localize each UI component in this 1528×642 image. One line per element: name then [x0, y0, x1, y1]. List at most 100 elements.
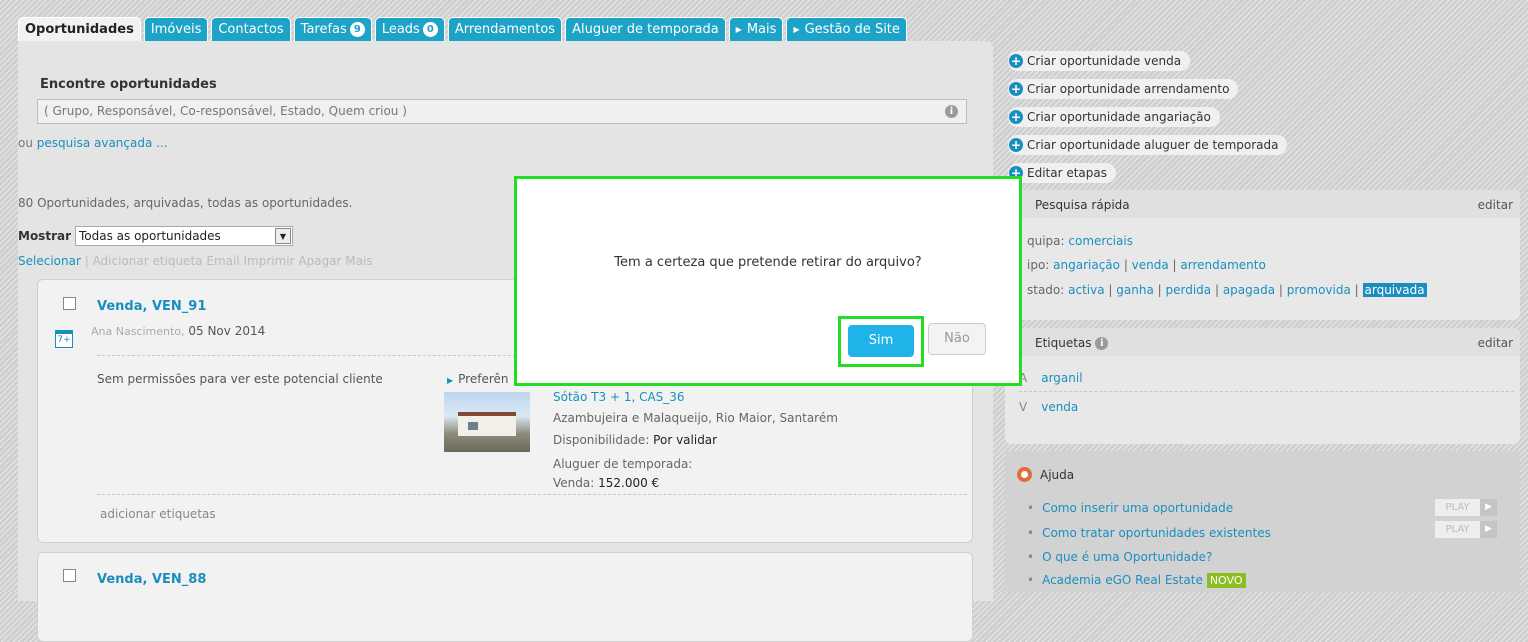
- opportunity-title[interactable]: Venda, VEN_91: [97, 299, 206, 314]
- main-tabs: Oportunidades Imóveis Contactos Tarefas 9…: [18, 17, 907, 41]
- search-input[interactable]: ( Grupo, Responsável, Co-responsável, Es…: [37, 99, 967, 124]
- tag-link[interactable]: venda: [1041, 400, 1078, 414]
- state-link-active[interactable]: arquivada: [1362, 283, 1427, 297]
- separator: |: [1120, 258, 1132, 272]
- tab-gestao-de-site[interactable]: ▶ Gestão de Site: [786, 17, 907, 41]
- edit-link[interactable]: editar: [1478, 336, 1513, 350]
- plus-icon: +: [1009, 54, 1023, 68]
- play-label: PLAY: [1435, 521, 1480, 538]
- confirm-message: Tem a certeza que pretende retirar do ar…: [614, 255, 922, 270]
- property-seasonal: Aluguer de temporada:: [553, 457, 693, 471]
- yes-button-highlight: Sim: [838, 316, 924, 367]
- state-link[interactable]: ganha: [1116, 283, 1154, 297]
- edit-stages-button[interactable]: + Editar etapas: [1008, 163, 1117, 183]
- select-link[interactable]: Selecionar: [18, 254, 81, 268]
- tab-mais[interactable]: ▶ Mais: [728, 17, 784, 41]
- tab-contactos[interactable]: Contactos: [211, 17, 291, 41]
- advanced-search-link[interactable]: pesquisa avançada ...: [37, 136, 168, 150]
- tab-label: Imóveis: [150, 22, 202, 37]
- divider: [97, 494, 967, 495]
- help-link[interactable]: Como tratar oportunidades existentes: [1027, 526, 1271, 540]
- play-button[interactable]: PLAY ▶: [1435, 499, 1497, 516]
- type-link[interactable]: arrendamento: [1180, 258, 1265, 272]
- tab-label: Oportunidades: [25, 22, 134, 37]
- help-link[interactable]: Como inserir uma oportunidade: [1027, 501, 1233, 515]
- show-label: Mostrar: [18, 229, 71, 243]
- card-checkbox[interactable]: [63, 569, 76, 582]
- tab-imoveis[interactable]: Imóveis: [143, 17, 209, 41]
- separator: |: [1104, 283, 1117, 297]
- create-acquisition-opportunity-button[interactable]: + Criar oportunidade angariação: [1008, 107, 1220, 127]
- create-seasonal-opportunity-button[interactable]: + Criar oportunidade aluguer de temporada: [1008, 135, 1288, 155]
- state-link[interactable]: activa: [1068, 283, 1104, 297]
- sale-value: 152.000 €: [598, 476, 660, 490]
- tag-letter: V: [1019, 400, 1028, 414]
- sale-label: Venda:: [553, 476, 599, 490]
- calendar-icon[interactable]: 7+: [55, 330, 73, 348]
- play-icon: ▶: [1480, 499, 1497, 516]
- property-thumbnail[interactable]: [444, 392, 530, 452]
- triangle-right-icon: ▶: [735, 25, 742, 34]
- tab-label: Arrendamentos: [454, 22, 556, 37]
- type-link[interactable]: angariação: [1053, 258, 1120, 272]
- state-label: stado:: [1027, 283, 1069, 297]
- add-tags-link[interactable]: adicionar etiquetas: [100, 507, 216, 521]
- help-link[interactable]: O que é uma Oportunidade?: [1027, 550, 1212, 564]
- availability-value: Por validar: [653, 433, 718, 447]
- help-title: Ajuda: [1040, 467, 1075, 482]
- tag-link[interactable]: arganil: [1041, 371, 1082, 385]
- show-select[interactable]: Todas as oportunidades ▼: [75, 226, 293, 246]
- bulk-actions: Selecionar | Adicionar etiqueta Email Im…: [18, 254, 373, 268]
- preferences-toggle[interactable]: ▶ Preferên: [447, 372, 509, 386]
- state-link[interactable]: perdida: [1165, 283, 1211, 297]
- or-text: ou: [18, 136, 37, 150]
- window-shape: [468, 422, 478, 430]
- tag-row: Aarganil: [1019, 371, 1083, 385]
- tab-oportunidades[interactable]: Oportunidades: [18, 17, 141, 41]
- state-link[interactable]: apagada: [1223, 283, 1275, 297]
- leads-count-badge: 0: [422, 22, 438, 37]
- opportunity-title[interactable]: Venda, VEN_88: [97, 572, 206, 587]
- create-sale-opportunity-button[interactable]: + Criar oportunidade venda: [1008, 51, 1191, 71]
- property-title[interactable]: Sótão T3 + 1, CAS_36: [553, 390, 685, 404]
- availability-label: Disponibilidade:: [553, 433, 654, 447]
- property-sale: Venda: 152.000 €: [553, 476, 659, 490]
- play-button[interactable]: PLAY ▶: [1435, 521, 1497, 538]
- type-link[interactable]: venda: [1132, 258, 1169, 272]
- chevron-down-icon[interactable]: ▼: [275, 228, 291, 244]
- info-icon[interactable]: i: [1095, 337, 1109, 350]
- calendar-badge: 7+: [57, 335, 71, 345]
- search-placeholder: ( Grupo, Responsável, Co-responsável, Es…: [44, 104, 407, 118]
- type-filter: ipo: angariação | venda | arrendamento: [1027, 258, 1266, 272]
- create-rental-opportunity-button[interactable]: + Criar oportunidade arrendamento: [1008, 79, 1239, 99]
- tab-label: Aluguer de temporada: [572, 22, 719, 37]
- button-label: Criar oportunidade aluguer de temporada: [1027, 138, 1279, 152]
- tags-panel: Etiquetas i editar Aarganil Vvenda: [1005, 328, 1520, 444]
- house-shape: [458, 412, 516, 436]
- plus-icon: +: [1009, 110, 1023, 124]
- help-link[interactable]: Academia eGO Real EstateNOVO: [1027, 573, 1246, 588]
- no-button[interactable]: Não: [928, 323, 986, 355]
- tab-label: Gestão de Site: [804, 22, 900, 37]
- tab-aluguer-de-temporada[interactable]: Aluguer de temporada: [565, 17, 726, 41]
- advanced-search-line: ou pesquisa avançada ...: [18, 136, 168, 150]
- info-icon[interactable]: i: [945, 105, 958, 118]
- tab-tarefas[interactable]: Tarefas 9: [293, 17, 372, 41]
- state-link[interactable]: promovida: [1287, 283, 1351, 297]
- plus-icon: +: [1009, 82, 1023, 96]
- card-checkbox[interactable]: [63, 297, 76, 310]
- tab-label: Contactos: [218, 22, 284, 37]
- type-label: ipo:: [1027, 258, 1054, 272]
- yes-button[interactable]: Sim: [848, 325, 914, 357]
- show-select-value: Todas as oportunidades: [79, 229, 221, 243]
- lifebuoy-icon: [1017, 467, 1032, 482]
- panel-title: Pesquisa rápida: [1035, 198, 1130, 212]
- tab-arrendamentos[interactable]: Arrendamentos: [447, 17, 563, 41]
- edit-link[interactable]: editar: [1478, 198, 1513, 212]
- confirm-dialog: Tem a certeza que pretende retirar do ar…: [514, 176, 1022, 386]
- team-label: quipa:: [1027, 234, 1069, 248]
- property-location: Azambujeira e Malaqueijo, Rio Maior, San…: [553, 411, 838, 425]
- tab-leads[interactable]: Leads 0: [374, 17, 445, 41]
- no-permission-text: Sem permissões para ver este potencial c…: [97, 372, 383, 386]
- team-link[interactable]: comerciais: [1068, 234, 1133, 248]
